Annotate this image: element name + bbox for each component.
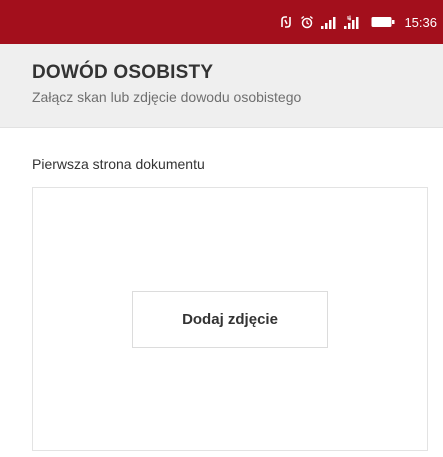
page-title: DOWÓD OSOBISTY bbox=[32, 62, 214, 83]
page-header: DOWÓD OSOBISTY Załącz skan lub zdjęcie d… bbox=[0, 44, 443, 128]
status-icons: 15:36 bbox=[279, 15, 437, 30]
signal-4g-icon bbox=[344, 15, 364, 29]
alarm-icon bbox=[300, 15, 314, 29]
document-page-label: Pierwsza strona dokumentu bbox=[32, 156, 205, 172]
status-time: 15:36 bbox=[404, 14, 437, 30]
app-screen: 15:36 DOWÓD OSOBISTY Załącz skan lub zdj… bbox=[0, 0, 443, 457]
signal-icon bbox=[321, 16, 337, 29]
battery-icon bbox=[371, 16, 395, 28]
status-bar: 15:36 bbox=[0, 0, 443, 44]
page-subtitle: Załącz skan lub zdjęcie dowodu osobisteg… bbox=[32, 89, 302, 105]
add-photo-button[interactable]: Dodaj zdjęcie bbox=[132, 291, 328, 348]
nfc-icon bbox=[279, 15, 293, 29]
